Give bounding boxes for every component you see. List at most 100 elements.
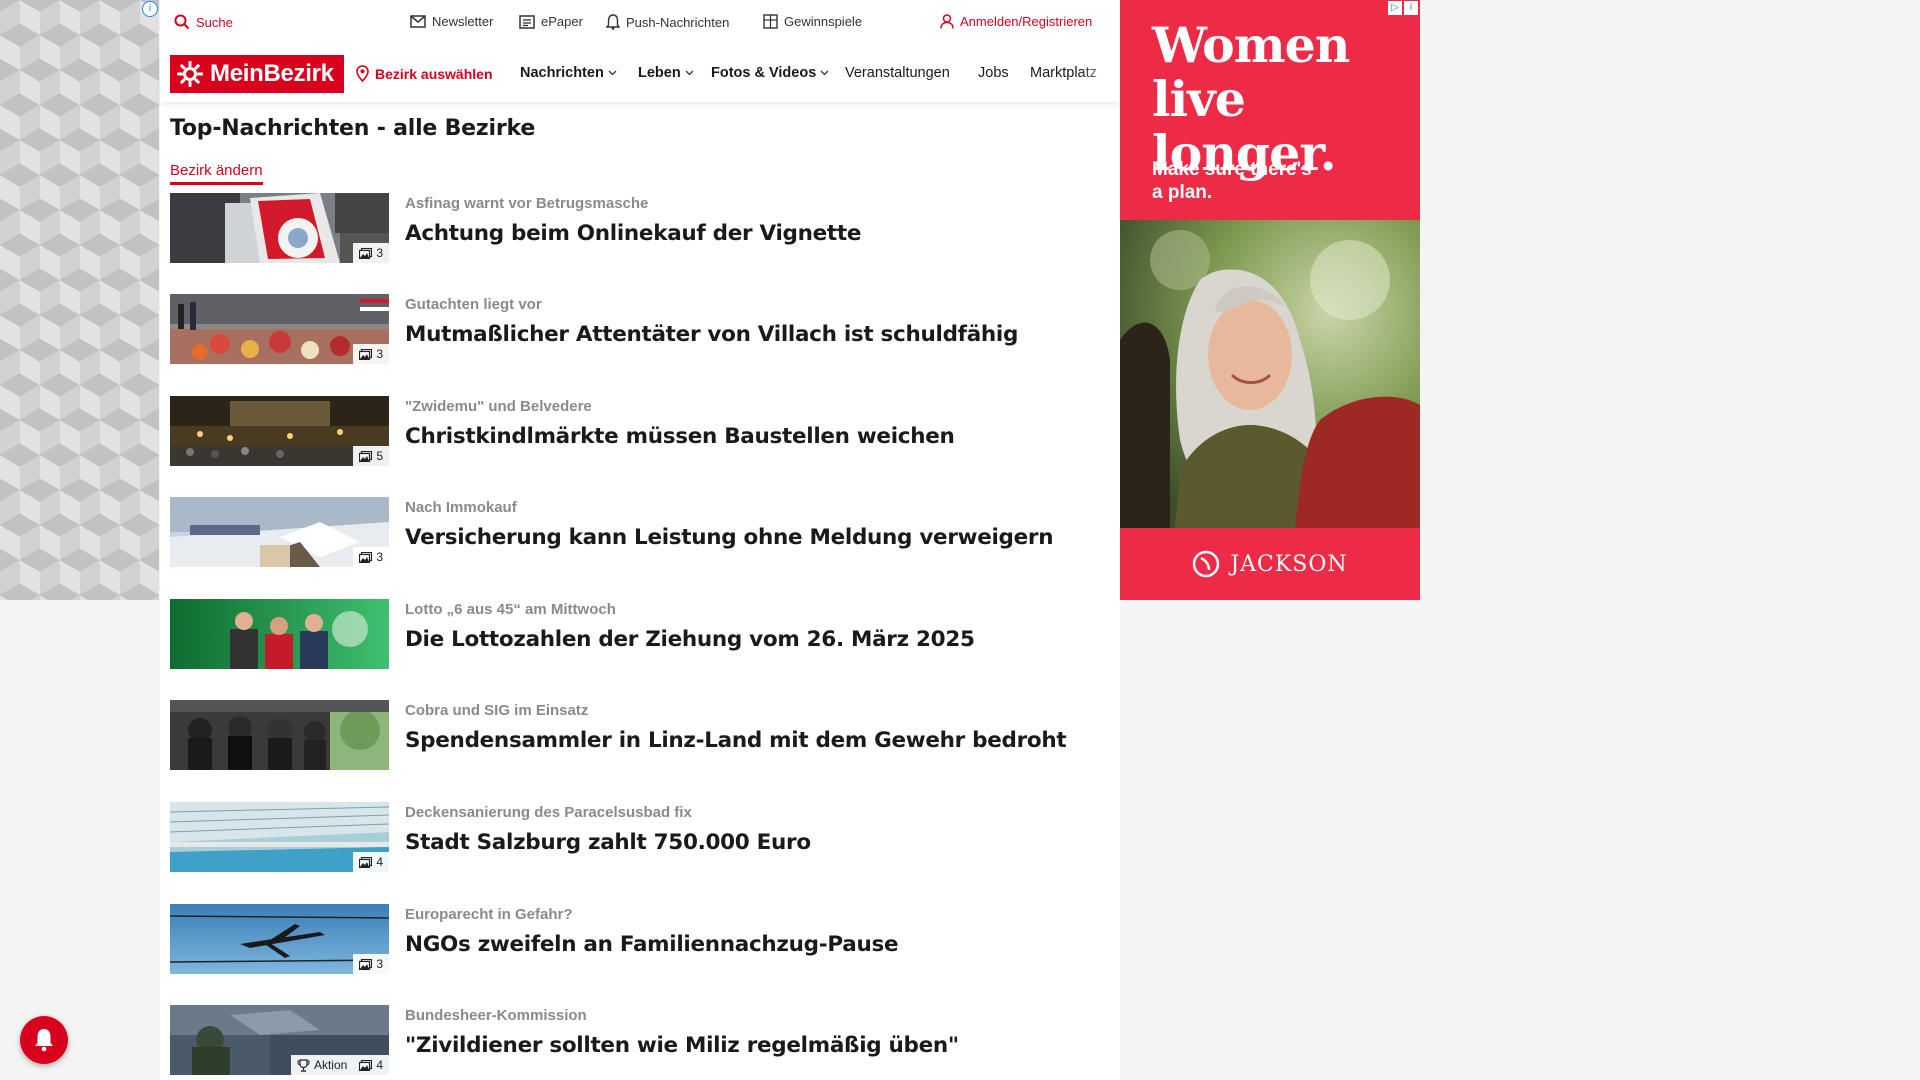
article-headline[interactable]: NGOs zweifeln an Familiennachzug-Pause xyxy=(405,932,899,957)
photo-count-badge: 3 xyxy=(353,344,389,364)
nav-item-veranstaltungen[interactable]: Veranstaltungen xyxy=(845,65,950,81)
article-kicker: "Zwidemu" und Belvedere xyxy=(405,398,592,415)
bell-icon xyxy=(606,14,620,30)
article-item[interactable]: 4 Deckensanierung des Paracelsusbad fix … xyxy=(170,802,1100,874)
newsletter-link[interactable]: Newsletter xyxy=(410,14,493,29)
ad-brand-label: JACKSON xyxy=(1230,551,1348,577)
article-item[interactable]: 3 Gutachten liegt vor Mutmaßlicher Atten… xyxy=(170,294,1100,366)
photo-count-badge: 3 xyxy=(353,243,389,263)
ad-info-icon[interactable]: i xyxy=(1404,1,1418,15)
user-icon xyxy=(940,14,954,29)
article-thumbnail[interactable]: Aktion 4 xyxy=(170,1005,389,1075)
main-column: Suche Newsletter ePaper Push-Nachrichten… xyxy=(160,0,1120,1080)
ad-info-icon[interactable]: i xyxy=(142,1,158,17)
ad-play-icon[interactable]: ▷ xyxy=(1388,1,1402,15)
images-icon xyxy=(359,551,373,563)
article-item[interactable]: 3 Europarecht in Gefahr? NGOs zweifeln a… xyxy=(170,904,1100,976)
article-kicker: Gutachten liegt vor xyxy=(405,296,542,313)
change-district-link[interactable]: Bezirk ändern xyxy=(170,162,263,185)
nav-item-jobs[interactable]: Jobs xyxy=(978,65,1009,81)
logo-text: MeinBezirk xyxy=(210,60,334,87)
article-headline[interactable]: Versicherung kann Leistung ohne Meldung … xyxy=(405,525,1054,550)
photo-count: 3 xyxy=(376,550,383,564)
nav-item-fotos-videos[interactable]: Fotos & Videos xyxy=(711,65,829,81)
tag-badge: Aktion xyxy=(290,1055,354,1075)
photo-count-badge: 5 xyxy=(353,446,389,466)
search-link[interactable]: Suche xyxy=(174,14,233,30)
article-thumbnail[interactable] xyxy=(170,700,389,770)
main-navbar: MeinBezirk Bezirk auswählen Nachrichten … xyxy=(160,46,1120,102)
newspaper-icon xyxy=(519,14,535,29)
meinbezirk-logo[interactable]: MeinBezirk xyxy=(170,55,344,93)
article-headline[interactable]: Stadt Salzburg zahlt 750.000 Euro xyxy=(405,830,811,855)
article-item[interactable]: 5 "Zwidemu" und Belvedere Christkindlmär… xyxy=(170,396,1100,468)
article-item[interactable]: Aktion 4 Bundesheer-Kommission "Zivildie… xyxy=(170,1005,1100,1077)
nav-item-label: Leben xyxy=(638,65,681,81)
article-kicker: Europarecht in Gefahr? xyxy=(405,906,573,923)
images-icon xyxy=(359,1059,373,1071)
photo-count-badge: 4 xyxy=(353,852,389,872)
chevron-down-icon xyxy=(820,70,829,76)
ad-headline: Women live longer. xyxy=(1152,16,1350,182)
advertisement[interactable]: ▷ i Women live longer. Make sure there's… xyxy=(1120,0,1420,600)
article-thumbnail[interactable]: 3 xyxy=(170,294,389,364)
chevron-down-icon xyxy=(608,70,617,76)
article-headline[interactable]: Spendensammler in Linz-Land mit dem Gewe… xyxy=(405,728,1067,753)
nav-item-label: Nachrichten xyxy=(520,65,604,81)
article-item[interactable]: 3 Asfinag warnt vor Betrugsmasche Achtun… xyxy=(170,193,1100,265)
ad-brand: JACKSON xyxy=(1120,528,1420,600)
article-headline[interactable]: "Zivildiener sollten wie Miliz regelmäßi… xyxy=(405,1033,959,1058)
ad-choices[interactable]: ▷ i xyxy=(1388,1,1418,15)
trophy-icon xyxy=(297,1058,310,1072)
article-thumbnail[interactable]: 4 xyxy=(170,802,389,872)
photo-count: 5 xyxy=(376,449,383,463)
article-thumbnail[interactable]: 3 xyxy=(170,193,389,263)
images-icon xyxy=(359,348,373,360)
ad-subline: Make sure there's a plan. xyxy=(1152,159,1312,203)
login-link[interactable]: Anmelden/Registrieren xyxy=(940,14,1092,29)
page-title: Top-Nachrichten - alle Bezirke xyxy=(170,116,536,141)
article-kicker: Deckensanierung des Paracelsusbad fix xyxy=(405,804,692,821)
contests-label: Gewinnspiele xyxy=(784,14,863,29)
nav-item-nachrichten[interactable]: Nachrichten xyxy=(520,65,617,81)
search-icon xyxy=(174,14,190,30)
article-kicker: Lotto „6 aus 45“ am Mittwoch xyxy=(405,601,616,618)
photo-count: 3 xyxy=(376,347,383,361)
push-notification-button[interactable] xyxy=(20,1016,68,1064)
article-kicker: Cobra und SIG im Einsatz xyxy=(405,702,589,719)
article-headline[interactable]: Die Lottozahlen der Ziehung vom 26. März… xyxy=(405,627,975,652)
images-icon xyxy=(359,247,373,259)
article-kicker: Bundesheer-Kommission xyxy=(405,1007,587,1024)
article-thumbnail[interactable] xyxy=(170,599,389,669)
article-headline[interactable]: Achtung beim Onlinekauf der Vignette xyxy=(405,221,861,246)
article-item[interactable]: Lotto „6 aus 45“ am Mittwoch Die Lottoza… xyxy=(170,599,1100,671)
push-link[interactable]: Push-Nachrichten xyxy=(606,14,729,30)
photo-count: 3 xyxy=(376,957,383,971)
article-item[interactable]: Cobra und SIG im Einsatz Spendensammler … xyxy=(170,700,1100,772)
nav-item-leben[interactable]: Leben xyxy=(638,65,694,81)
select-district-button[interactable]: Bezirk auswählen xyxy=(356,65,493,82)
article-headline[interactable]: Christkindlmärkte müssen Baustellen weic… xyxy=(405,424,955,449)
push-label: Push-Nachrichten xyxy=(626,14,730,30)
ad-photo xyxy=(1120,220,1420,528)
search-label: Suche xyxy=(196,14,233,30)
article-thumbnail[interactable]: 3 xyxy=(170,497,389,567)
select-district-label: Bezirk auswählen xyxy=(375,65,493,82)
article-item[interactable]: 3 Nach Immokauf Versicherung kann Leistu… xyxy=(170,497,1100,569)
contests-link[interactable]: Gewinnspiele xyxy=(763,14,862,29)
photo-count: 4 xyxy=(376,1058,383,1072)
article-thumbnail[interactable]: 3 xyxy=(170,904,389,974)
images-icon xyxy=(359,958,373,970)
article-kicker: Asfinag warnt vor Betrugsmasche xyxy=(405,195,649,212)
login-label: Anmelden/Registrieren xyxy=(960,14,1093,29)
bell-icon xyxy=(35,1029,53,1052)
article-thumbnail[interactable]: 5 xyxy=(170,396,389,466)
nav-item-label: Fotos & Videos xyxy=(711,65,817,81)
map-pin-icon xyxy=(356,65,369,82)
photo-count-badge: 3 xyxy=(353,954,389,974)
nav-item-label: Jobs xyxy=(978,65,1009,81)
epaper-link[interactable]: ePaper xyxy=(519,14,583,29)
article-headline[interactable]: Mutmaßlicher Attentäter von Villach ist … xyxy=(405,322,1018,347)
photo-count: 3 xyxy=(376,246,383,260)
images-icon xyxy=(359,856,373,868)
